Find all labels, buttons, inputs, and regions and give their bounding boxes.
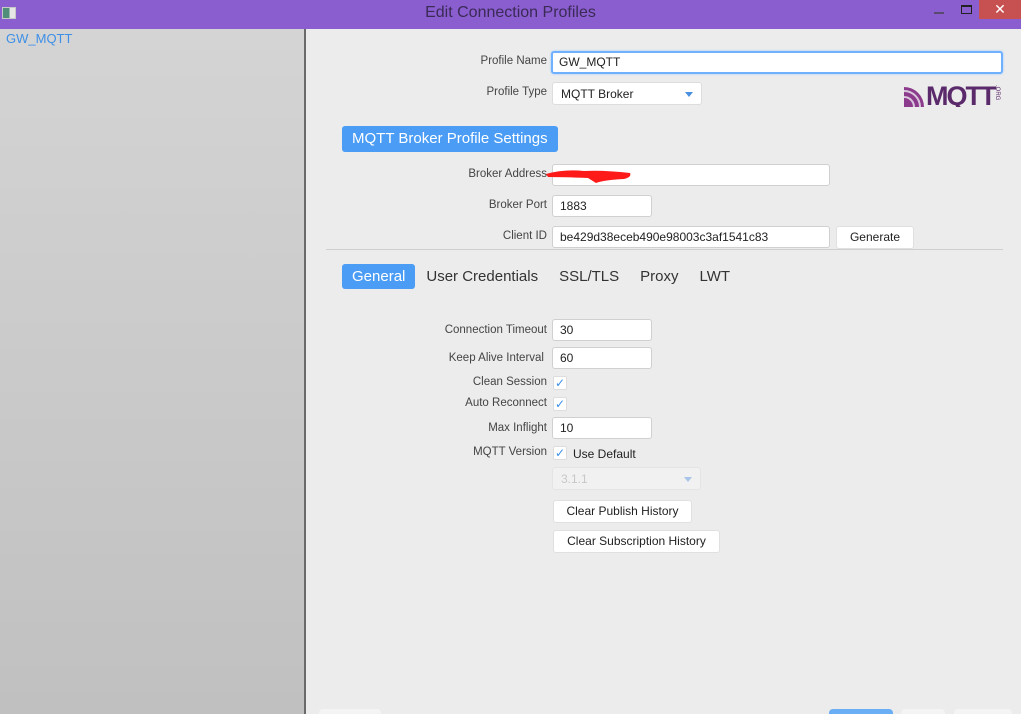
close-button[interactable]: ✕ [979,0,1021,19]
broker-settings-header: MQTT Broker Profile Settings [342,126,558,152]
profile-list[interactable]: GW_MQTT [0,29,306,714]
mqtt-version-select: 3.1.1 [552,467,701,490]
profile-type-label: Profile Type [486,86,547,98]
profile-type-select[interactable]: MQTT Broker [552,82,702,105]
mqtt-version-value: 3.1.1 [561,472,588,486]
connection-timeout-label: Connection Timeout [444,324,547,336]
max-inflight-input[interactable]: 10 [552,417,652,439]
window-title: Edit Connection Profiles [425,4,596,21]
mqtt-logo: MQTT .ORG [904,81,1000,107]
minimize-button[interactable] [925,0,953,19]
auto-reconnect-label: Auto Reconnect [465,397,547,409]
redaction-mark [546,170,631,183]
clean-session-label: Clean Session [472,376,547,388]
mqtt-version-label: MQTT Version [473,446,547,458]
clean-session-checkbox[interactable]: ✓ [553,376,567,390]
broker-port-input[interactable]: 1883 [552,195,652,217]
connection-timeout-input[interactable]: 30 [552,319,652,341]
minimize-icon [934,11,944,14]
bottom-left-button[interactable] [319,709,381,714]
bottom-button-2[interactable] [901,709,945,714]
title-bar: Edit Connection Profiles ✕ [0,0,1021,29]
broker-port-label: Broker Port [488,199,547,211]
profile-name-label: Profile Name [480,55,547,67]
use-default-label: Use Default [573,447,636,461]
check-icon: ✓ [554,376,566,390]
tab-general[interactable]: General [342,264,416,289]
bottom-button-3[interactable] [954,709,1012,714]
generate-button[interactable]: Generate [836,226,914,249]
settings-tabs: General User Credentials SSL/TLS Proxy L… [342,264,741,289]
check-icon: ✓ [554,446,566,460]
tab-lwt[interactable]: LWT [689,264,740,289]
max-inflight-label: Max Inflight [488,422,547,434]
clear-publish-history-button[interactable]: Clear Publish History [553,500,692,523]
auto-reconnect-checkbox[interactable]: ✓ [553,397,567,411]
tab-proxy[interactable]: Proxy [630,264,688,289]
keep-alive-input[interactable]: 60 [552,347,652,369]
tab-ssl-tls[interactable]: SSL/TLS [549,264,629,289]
clear-subscription-history-button[interactable]: Clear Subscription History [553,530,720,553]
client-id-input[interactable]: be429d38eceb490e98003c3af1541c83 [552,226,830,248]
tab-user-credentials[interactable]: User Credentials [416,264,548,289]
chevron-down-icon [684,477,692,482]
check-icon: ✓ [554,397,566,411]
use-default-checkbox[interactable]: ✓ [553,446,567,460]
profile-name-input[interactable]: GW_MQTT [551,51,1003,74]
profile-type-value: MQTT Broker [561,87,634,101]
profile-editor: Profile Name GW_MQTT Profile Type MQTT B… [308,29,1021,714]
client-id-label: Client ID [502,230,547,242]
chevron-down-icon [685,92,693,97]
keep-alive-label: Keep Alive Interval [448,352,544,364]
logo-text: MQTT [926,81,997,107]
maximize-button[interactable] [952,0,980,19]
divider [326,249,1003,250]
bottom-primary-button[interactable] [829,709,893,714]
logo-suffix: .ORG [994,85,1000,101]
profile-list-item[interactable]: GW_MQTT [6,31,72,46]
broker-address-label: Broker Address [468,168,547,180]
close-icon: ✕ [994,1,1006,17]
maximize-icon [960,5,972,14]
